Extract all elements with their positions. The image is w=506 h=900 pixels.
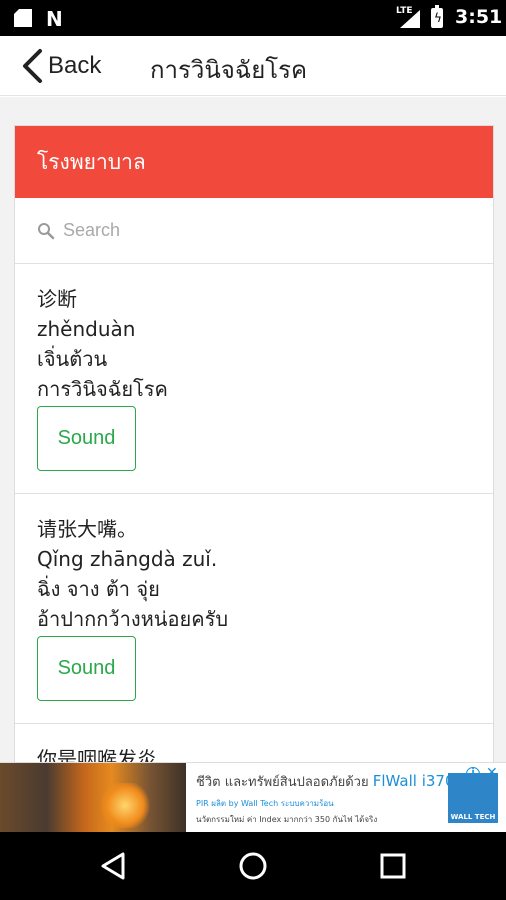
thai-pronunciation-text: เจิ่นต้วน [37,347,108,371]
list-item: 你是咽喉发炎 [15,724,493,762]
list-item: 请张大嘴。 Qǐng zhāngdà zuǐ. ฉิ่ง จาง ต้า จุ่… [15,494,493,724]
chinese-text: 请张大嘴。 [37,517,137,541]
list-item: 诊断 zhěnduàn เจิ่นต้วน การวินิจฉัยโรค Sou… [15,264,493,494]
ad-subtext-1: PIR ผลิต by Wall Tech ระบบความร้อน [196,799,334,808]
ad-brand: FlWall i370 [372,772,455,790]
back-button[interactable]: Back [20,48,101,84]
home-circle-icon[interactable] [237,850,269,882]
recents-square-icon[interactable] [377,850,409,882]
ad-image [0,763,186,832]
thai-pronunciation-text: ฉิ่ง จาง ต้า จุ่ย [37,577,160,601]
network-type-label: LTE [396,6,413,16]
sound-button[interactable]: Sound [37,636,136,701]
battery-icon: ϟ [431,5,443,28]
chevron-left-icon [23,49,42,83]
clock: 3:51 [455,6,503,28]
navigation-bar [0,832,506,900]
pinyin-text: Qǐng zhāngdà zuǐ. [37,547,218,571]
chinese-text: 诊断 [37,287,77,311]
ad-subtext-2: นวัตกรรมใหม่ ค่า Index มากกว่า 350 กันไฟ… [196,815,378,824]
back-triangle-icon[interactable] [97,850,129,882]
search-bar[interactable] [15,198,493,264]
thai-meaning-text: อ้าปากกว้างหน่อยครับ [37,607,229,631]
back-label: Back [48,52,102,79]
notification-n-icon: N [46,7,63,31]
phrase-card: โรงพยาบาล 诊断 zhěnduàn เจิ่นต้วน การวินิจ… [14,125,494,762]
sound-button[interactable]: Sound [37,406,136,471]
ad-banner[interactable]: ชีวิต และทรัพย์สินปลอดภัยด้วย FlWall i37… [0,762,506,832]
thai-meaning-text: การวินิจฉัยโรค [37,377,168,401]
ad-headline: ชีวิต และทรัพย์สินปลอดภัยด้วย FlWall i37… [196,771,455,792]
page-title: การวินิจฉัยโรค [150,56,308,84]
ad-info-icon[interactable]: i [466,767,480,781]
ad-close-icon[interactable]: ✕ [486,765,498,781]
card-header: โรงพยาบาล [15,126,493,198]
search-input[interactable] [63,220,463,241]
main-content[interactable]: โรงพยาบาล 诊断 zhěnduàn เจิ่นต้วน การวินิจ… [0,97,506,762]
search-icon [38,222,55,239]
chinese-text: 你是咽喉发炎 [37,747,157,762]
ad-headline-text: ชีวิต และทรัพย์สินปลอดภัยด้วย [196,775,369,790]
pinyin-text: zhěnduàn [37,317,136,341]
status-bar: N LTE ϟ 3:51 [0,0,506,36]
sd-card-icon [14,9,32,27]
ad-logo-text: WALL TECH [450,813,496,821]
app-bar: Back การวินิจฉัยโรค [0,36,506,96]
